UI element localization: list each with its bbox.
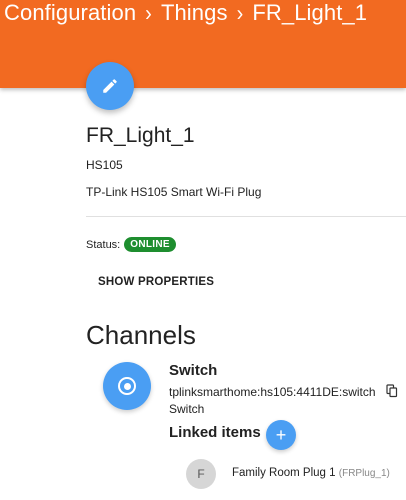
thing-title: FR_Light_1: [86, 124, 195, 147]
divider: [86, 216, 406, 217]
breadcrumb-current-thing: FR_Light_1: [252, 0, 368, 25]
copy-icon[interactable]: [386, 384, 398, 398]
breadcrumb-separator: ›: [145, 1, 152, 27]
add-link-button[interactable]: +: [266, 420, 296, 450]
channel-switch-icon-button[interactable]: [103, 362, 151, 410]
breadcrumb-separator: ›: [236, 1, 244, 27]
edit-thing-button[interactable]: [86, 62, 134, 110]
radio-button-dot: [123, 382, 131, 390]
channels-heading: Channels: [86, 320, 196, 350]
thing-description: TP-Link HS105 Smart Wi-Fi Plug: [86, 185, 262, 199]
status-label: Status:: [86, 238, 121, 251]
status-badge: ONLINE: [124, 237, 176, 252]
linked-item[interactable]: Family Room Plug 1 (FRPlug_1): [232, 467, 390, 479]
breadcrumb-configuration[interactable]: Configuration: [4, 0, 136, 25]
channel-type: Switch: [169, 402, 205, 416]
linked-items-heading: Linked items: [169, 424, 261, 441]
show-properties-button[interactable]: SHOW PROPERTIES: [98, 276, 214, 288]
status-row: Status: ONLINE: [86, 237, 176, 252]
top-app-bar: Configuration › Things › FR_Light_1: [0, 0, 406, 88]
channel-uid: tplinksmarthome:hs105:4411DE:switch: [169, 385, 376, 399]
radio-button-icon: [118, 377, 136, 395]
avatar: F: [186, 459, 216, 489]
channel-name[interactable]: Switch: [169, 362, 217, 379]
pencil-icon: [103, 79, 117, 93]
linked-item-label: Family Room Plug 1: [232, 467, 336, 479]
thing-model: HS105: [86, 158, 123, 172]
breadcrumb: Configuration › Things › FR_Light_1: [4, 0, 367, 29]
plus-icon: +: [275, 425, 287, 445]
breadcrumb-things[interactable]: Things: [161, 0, 228, 25]
linked-item-name: (FRPlug_1): [338, 468, 390, 479]
